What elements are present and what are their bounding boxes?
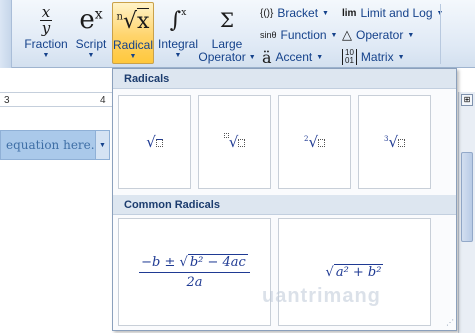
quadratic-numerator: −b ± √ b² − 4ac [139, 253, 250, 273]
integral-icon: ∫x [169, 7, 187, 33]
chevron-down-icon: ▼ [407, 31, 415, 39]
chevron-down-icon: ▼ [397, 53, 405, 61]
quadratic-formula: −b ± √ b² − 4ac 2a [139, 253, 250, 290]
integral-label: Integral [157, 37, 199, 51]
fraction-button[interactable]: xy Fraction ▼ [20, 2, 72, 64]
degree-3: 3 [383, 135, 389, 143]
pythagorean-radicand: a² + b² [333, 263, 384, 280]
equation-placeholder[interactable]: equation here. [0, 130, 96, 160]
degree-2: 2 [303, 135, 309, 143]
quadratic-formula-tile[interactable]: −b ± √ b² − 4ac 2a [118, 218, 271, 326]
matrix-icon: 10 01 [342, 49, 357, 65]
radicals-section-header: Radicals [113, 69, 456, 89]
radical-icon: n√x [116, 7, 150, 34]
chevron-down-icon: ▼ [316, 53, 324, 61]
chevron-down-icon: ▼ [174, 52, 182, 59]
operator-icon: △ [342, 27, 352, 42]
chevron-down-icon: ▼ [330, 31, 338, 39]
pythagorean-formula: √ a² + b² [325, 263, 384, 280]
chevron-down-icon: ▼ [87, 52, 95, 59]
chevron-down-icon: ▼ [129, 53, 137, 60]
limit-icon: lim [342, 7, 357, 19]
equation-ribbon: xy Fraction ▼ ex Script ▼ n√x Radical ▼ … [0, 0, 475, 68]
square-root-degree-symbol: 2√ [303, 133, 326, 151]
fraction-label: Fraction [24, 37, 68, 51]
function-icon: sinθ [260, 30, 277, 40]
radical-button[interactable]: n√x Radical ▼ [112, 2, 154, 64]
quadratic-numerator-prefix: −b ± [141, 254, 180, 270]
nth-root-symbol: √ [223, 133, 246, 151]
ribbon-group-divider [440, 4, 441, 64]
cube-root-symbol: 3√ [383, 133, 406, 151]
chevron-down-icon: ▼ [248, 54, 256, 61]
nth-root-tile[interactable]: √ [198, 95, 271, 189]
bracket-icon: {()} [260, 7, 274, 19]
pythagorean-tile[interactable]: √ a² + b² [278, 218, 431, 326]
square-root-degree-tile[interactable]: 2√ [278, 95, 351, 189]
fraction-icon: xy [39, 2, 53, 37]
limit-log-label: Limit and Log [360, 6, 433, 20]
integral-button[interactable]: ∫x Integral ▼ [156, 2, 200, 64]
accent-button[interactable]: ä Accent ▼ [262, 47, 324, 67]
quadratic-radicand: b² − 4ac [187, 253, 248, 270]
square-root-tile[interactable]: √ [118, 95, 191, 189]
script-label: Script [75, 37, 107, 51]
function-button[interactable]: sinθ Function ▼ [260, 26, 337, 44]
equation-placeholder-text: equation here. [6, 138, 95, 152]
square-root-symbol: √ [146, 133, 163, 151]
matrix-button[interactable]: 10 01 Matrix ▼ [342, 48, 405, 66]
cube-root-tile[interactable]: 3√ [358, 95, 431, 189]
equation-options-dropdown[interactable]: ▼ [96, 130, 110, 160]
large-operator-button[interactable]: Σ Large Operator ▼ [198, 2, 255, 64]
limit-log-button[interactable]: lim Limit and Log ▼ [342, 4, 443, 22]
ruler-toggle-icon[interactable]: ⊞ [461, 94, 473, 106]
matrix-label: Matrix [360, 50, 394, 64]
chevron-down-icon: ▼ [42, 52, 50, 59]
bracket-label: Bracket [277, 6, 319, 20]
watermark: uantrimang [262, 285, 381, 307]
script-button[interactable]: ex Script ▼ [72, 2, 110, 64]
bracket-button[interactable]: {()} Bracket ▼ [260, 4, 329, 22]
vertical-scrollbar[interactable]: ⊞ [458, 92, 475, 333]
radical-label: Radical [112, 38, 154, 52]
ruler-mark-4: 4 [100, 95, 106, 106]
script-icon: ex [79, 5, 103, 35]
large-operator-label-2: Operator ▼ [198, 51, 255, 64]
function-label: Function [280, 28, 327, 42]
scrollbar-thumb[interactable] [461, 152, 473, 242]
accent-icon: ä [262, 47, 272, 67]
ruler-mark-3: 3 [4, 95, 10, 106]
ribbon-left-edge [0, 0, 12, 68]
operator-button[interactable]: △ Operator ▼ [342, 26, 414, 44]
accent-label: Accent [275, 50, 313, 64]
large-operator-label-2-text: Operator [198, 50, 246, 64]
resize-grip-icon[interactable]: ⋰ [444, 318, 454, 328]
chevron-down-icon: ▼ [322, 9, 329, 17]
sigma-icon: Σ [219, 8, 235, 32]
quadratic-denominator: 2a [186, 274, 203, 290]
horizontal-ruler: 3 4 [0, 92, 112, 107]
common-radicals-section-header: Common Radicals [113, 195, 456, 215]
operator-label: Operator [356, 28, 404, 42]
